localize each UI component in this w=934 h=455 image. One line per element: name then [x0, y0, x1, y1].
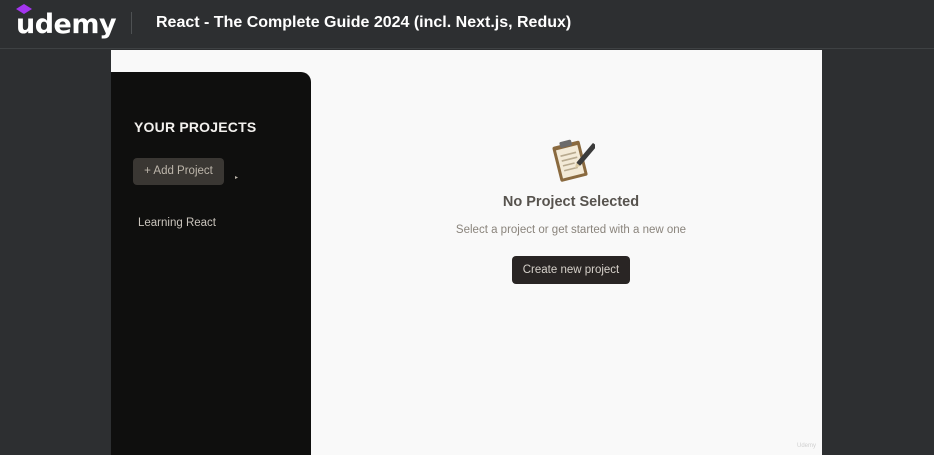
header-divider — [131, 12, 132, 34]
mouse-cursor-icon: ▸ — [235, 175, 239, 181]
empty-state-title: No Project Selected — [502, 194, 640, 210]
sidebar-heading: YOUR PROJECTS — [134, 119, 257, 135]
clipboard-pen-icon — [552, 139, 595, 182]
lecture-video[interactable]: YOUR PROJECTS + Add Project ▸ Learning R… — [111, 50, 822, 455]
projects-sidebar: YOUR PROJECTS + Add Project ▸ Learning R… — [111, 72, 311, 455]
udemy-logo[interactable]: udemy — [16, 4, 117, 40]
no-project-panel: No Project Selected Select a project or … — [411, 135, 731, 284]
empty-state-subtitle: Select a project or get started with a n… — [455, 224, 687, 236]
course-title[interactable]: React - The Complete Guide 2024 (incl. N… — [156, 13, 571, 33]
project-item-learning-react[interactable]: Learning React — [138, 217, 216, 229]
create-new-project-button[interactable]: Create new project — [511, 256, 631, 284]
course-header: udemy React - The Complete Guide 2024 (i… — [0, 0, 934, 49]
logo-text: udemy — [16, 9, 117, 40]
udemy-logo-icon — [16, 4, 32, 14]
video-watermark: Udemy — [796, 443, 816, 449]
add-project-button[interactable]: + Add Project — [133, 158, 224, 185]
